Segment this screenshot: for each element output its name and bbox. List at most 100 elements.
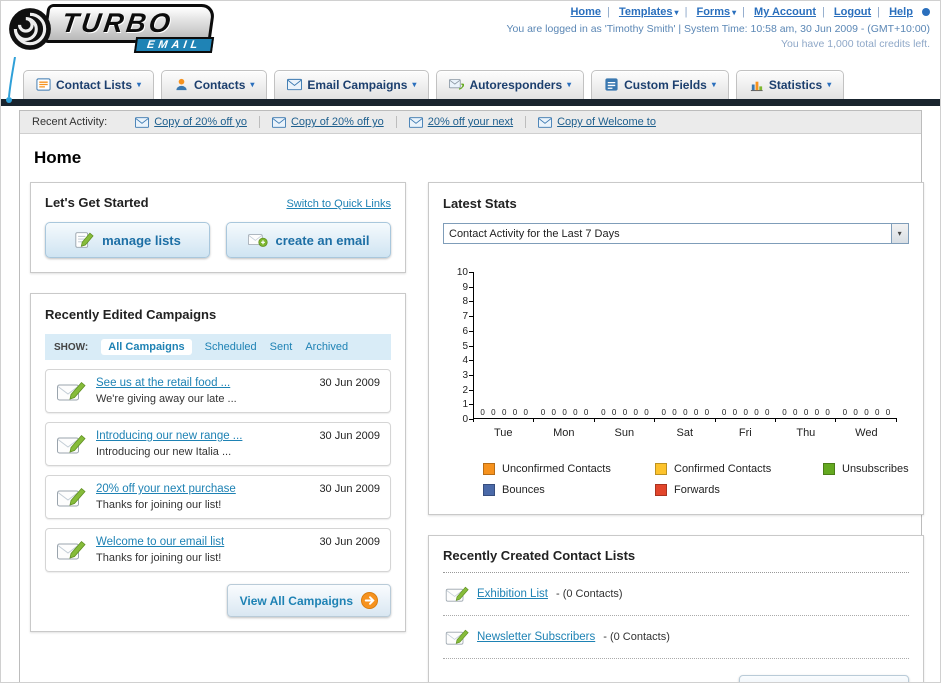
data-value-label: 0 — [743, 408, 748, 417]
campaign-subtitle: Thanks for joining our list! — [96, 499, 222, 511]
legend-swatch — [655, 484, 667, 496]
tab-custom-fields[interactable]: Custom Fields ▾ — [591, 70, 729, 99]
tab-statistics[interactable]: Statistics ▾ — [735, 70, 845, 99]
data-value-label: 0 — [732, 408, 738, 417]
campaign-date: 30 Jun 2009 — [319, 430, 380, 442]
main-area: Home Let's Get Started Switch to Quick L… — [20, 134, 924, 682]
chevron-down-icon: ▾ — [250, 80, 255, 89]
recent-contact-lists-panel: Recently Created Contact Lists Exhibitio… — [428, 535, 924, 682]
switch-quick-links-link[interactable]: Switch to Quick Links — [286, 198, 391, 210]
campaign-row: Introducing our new range ... Introducin… — [45, 422, 391, 466]
x-axis-label: Tue — [493, 427, 513, 439]
utility-nav: Home Templates▾ Forms▾ My Account Logout… — [506, 6, 930, 18]
see-all-contact-lists-button[interactable]: See All Contact Lists — [738, 675, 909, 682]
chart-day-group: 00000 — [655, 272, 715, 418]
recent-activity-item[interactable]: Copy of Welcome to — [525, 116, 656, 128]
app-logo[interactable]: TURBO EMAIL — [7, 4, 216, 53]
divider-bar — [1, 99, 940, 106]
data-value-label: 0 — [825, 408, 830, 417]
data-value-label: 0 — [573, 408, 578, 417]
recent-activity-item[interactable]: 20% off your next — [395, 116, 513, 128]
data-value-label: 0 — [672, 408, 677, 417]
tab-contact-lists[interactable]: Contact Lists ▾ — [23, 70, 155, 99]
legend-label: Forwards — [674, 484, 720, 496]
filter-sent[interactable]: Sent — [270, 341, 293, 353]
data-value-label: 0 — [622, 408, 628, 417]
activity-period-select[interactable]: Contact Activity for the Last 7 Days ▾ — [443, 223, 909, 244]
envelope-icon — [135, 117, 149, 128]
page-title: Home — [34, 148, 82, 167]
legend-swatch — [483, 463, 495, 475]
chart-legend: Unconfirmed Contacts Confirmed Contacts Un… — [483, 463, 909, 496]
chevron-down-icon: ▾ — [827, 80, 832, 89]
view-all-campaigns-button[interactable]: View All Campaigns — [226, 584, 391, 617]
chart-day-group: 00000 — [534, 272, 594, 418]
filter-archived[interactable]: Archived — [305, 341, 348, 353]
y-axis-tick: 2 — [451, 385, 473, 396]
nav-templates-link[interactable]: Templates ▾ — [619, 6, 693, 18]
tab-label: Autoresponders — [469, 77, 563, 92]
manage-lists-button[interactable]: manage lists — [45, 222, 210, 258]
legend-swatch — [823, 463, 835, 475]
envelope-icon — [538, 117, 552, 128]
filter-all-campaigns[interactable]: All Campaigns — [101, 339, 192, 355]
tab-label: Statistics — [768, 77, 823, 92]
nav-my-account-label: My Account — [754, 6, 816, 18]
nav-forms-link[interactable]: Forms ▾ — [696, 6, 751, 18]
recent-activity-label: Recent Activity: — [32, 116, 108, 128]
recent-activity-bar: Recent Activity: Copy of 20% off yo Copy… — [20, 111, 921, 134]
pencil-list-icon — [74, 230, 94, 250]
chevron-down-icon: ▾ — [567, 80, 572, 89]
arrow-circle-icon — [361, 592, 378, 609]
campaign-date: 30 Jun 2009 — [319, 377, 380, 389]
y-axis-tick: 8 — [451, 296, 473, 307]
contact-lists-icon — [36, 77, 51, 92]
data-value-label: 0 — [683, 408, 688, 417]
legend-swatch — [483, 484, 495, 496]
recent-activity-item[interactable]: Copy of 20% off yo — [258, 116, 384, 128]
tab-autoresponders[interactable]: Autoresponders ▾ — [436, 70, 585, 99]
nav-help-link[interactable]: Help — [889, 6, 913, 18]
tab-contacts[interactable]: Contacts ▾ — [161, 70, 268, 99]
latest-stats-title: Latest Stats — [443, 196, 517, 211]
chart-day-group: 00000 — [776, 272, 836, 418]
show-label: SHOW: — [54, 341, 89, 353]
envelope-pencil-icon — [56, 485, 86, 509]
data-value-label: 0 — [583, 408, 589, 417]
logo-swirl-icon — [7, 6, 53, 52]
recent-activity-item[interactable]: Copy of 20% off yo — [123, 116, 247, 128]
y-axis-tick: 10 — [451, 267, 473, 278]
campaign-title-link[interactable]: See us at the retail food ... — [96, 377, 303, 389]
envelope-pencil-icon — [56, 379, 86, 403]
data-value-label: 0 — [765, 408, 770, 417]
x-axis-label: Sun — [614, 427, 635, 439]
nav-forms-label: Forms — [696, 6, 731, 18]
nav-my-account-link[interactable]: My Account — [754, 6, 831, 18]
nav-logout-link[interactable]: Logout — [834, 6, 886, 18]
campaign-title-link[interactable]: Welcome to our email list — [96, 536, 303, 548]
chart-day-group: 00000 — [716, 272, 776, 418]
campaign-title-link[interactable]: Introducing our new range ... — [96, 430, 303, 442]
x-axis-label: Fri — [738, 427, 752, 439]
data-value-label: 0 — [782, 408, 787, 417]
nav-home-link[interactable]: Home — [570, 6, 615, 18]
tab-email-campaigns[interactable]: Email Campaigns ▾ — [274, 70, 430, 99]
email-campaigns-icon — [287, 77, 302, 92]
data-value-label: 0 — [633, 408, 638, 417]
y-axis-tick: 0 — [451, 414, 473, 425]
legend-item: Forwards — [655, 484, 823, 496]
y-axis-tick: 6 — [451, 326, 473, 337]
contact-list-link[interactable]: Exhibition List — [477, 588, 548, 600]
chevron-down-icon: ▾ — [711, 80, 716, 89]
data-value-label: 0 — [551, 408, 556, 417]
campaign-subtitle: Introducing our new Italia ... — [96, 446, 232, 458]
data-value-label: 0 — [480, 408, 485, 417]
campaign-title-link[interactable]: 20% off your next purchase — [96, 483, 303, 495]
y-axis-tick: 1 — [451, 399, 473, 410]
y-axis-tick: 5 — [451, 341, 473, 352]
data-value-label: 0 — [611, 408, 617, 417]
contact-list-link[interactable]: Newsletter Subscribers — [477, 631, 595, 643]
contact-list-detail: - (0 Contacts) — [555, 588, 623, 600]
filter-scheduled[interactable]: Scheduled — [205, 341, 257, 353]
create-email-button[interactable]: create an email — [226, 222, 391, 258]
